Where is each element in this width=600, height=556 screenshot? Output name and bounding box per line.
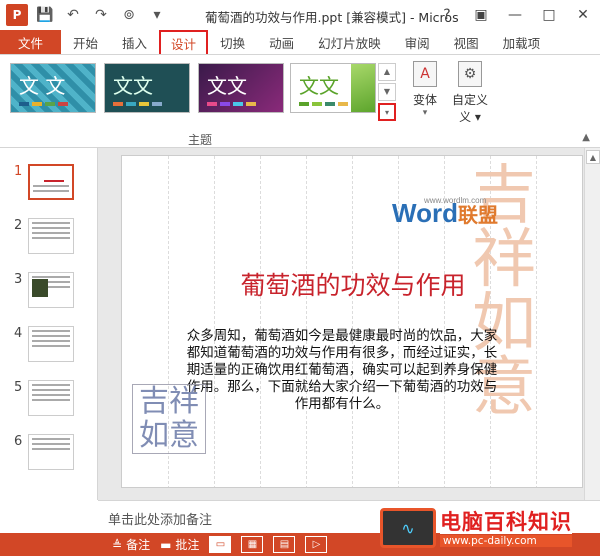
- brand-name: 电脑百科知识: [440, 509, 572, 534]
- variants-label: 变体: [412, 93, 437, 107]
- tab-addins[interactable]: 加载项: [491, 30, 553, 54]
- thumbnail-item[interactable]: 5: [0, 378, 98, 418]
- word-lianmeng-logo: Word联盟: [392, 198, 498, 229]
- minimize-button[interactable]: —: [498, 0, 532, 30]
- logo-cn: 联盟: [457, 205, 498, 227]
- thumbnail-item[interactable]: 4: [0, 324, 98, 364]
- thumbnail-number: 2: [14, 218, 23, 233]
- thumbnail-number: 1: [14, 164, 23, 179]
- thumbnail-number: 5: [14, 380, 23, 395]
- save-icon[interactable]: 💾: [34, 4, 56, 26]
- theme-thumbnail[interactable]: 文文: [104, 63, 190, 113]
- theme-sample-text: 文文: [299, 74, 339, 98]
- variants-icon: A: [413, 61, 437, 87]
- thumbnail-slide[interactable]: [28, 434, 74, 470]
- notes-icon: ≜: [112, 537, 123, 552]
- customize-label: 自定义: [451, 93, 488, 107]
- notes-toggle-label: 备注: [126, 538, 151, 552]
- ribbon-tabs: 文件 开始 插入 设计 切换 动画 幻灯片放映 审阅 视图 加载项: [0, 30, 600, 54]
- ribbon-display-button[interactable]: ▣: [464, 0, 498, 30]
- group-label-themes: 主题: [188, 133, 213, 147]
- gallery-up-icon[interactable]: ▲: [378, 63, 396, 81]
- collapse-ribbon-icon[interactable]: ▲: [582, 132, 590, 143]
- thumbnail-number: 6: [14, 434, 23, 449]
- gallery-down-icon[interactable]: ▼: [378, 83, 396, 101]
- tab-review[interactable]: 审阅: [393, 30, 442, 54]
- help-button[interactable]: ?: [430, 0, 464, 30]
- customize-button[interactable]: ⚙ 自定义 义 ▾: [450, 61, 490, 125]
- comments-toggle-button[interactable]: ▬ 批注: [160, 533, 199, 556]
- monitor-logo-icon: ∿: [380, 508, 436, 548]
- slide-title[interactable]: 葡萄酒的功效与作用: [122, 266, 582, 302]
- powerpoint-logo-icon: P: [6, 4, 28, 26]
- gallery-more-button[interactable]: ▾: [378, 103, 396, 121]
- tab-insert[interactable]: 插入: [110, 30, 159, 54]
- title-bar: P 💾 ↶ ↷ ⊚ ▾ 葡萄酒的功效与作用.ppt [兼容模式] - Micro…: [0, 0, 600, 30]
- thumbnail-item[interactable]: 1: [0, 162, 98, 202]
- maximize-button[interactable]: □: [532, 0, 566, 30]
- tab-design[interactable]: 设计: [159, 30, 209, 54]
- customize-icon: ⚙: [458, 61, 482, 87]
- thumbnail-slide[interactable]: [28, 218, 74, 254]
- tab-slideshow[interactable]: 幻灯片放映: [306, 30, 393, 54]
- comment-icon: ▬: [160, 537, 172, 552]
- slide-sorter-view-icon[interactable]: ▦: [241, 536, 264, 553]
- tab-view[interactable]: 视图: [442, 30, 491, 54]
- theme-thumbnail[interactable]: 文 文: [10, 63, 96, 113]
- thumbnail-item[interactable]: 2: [0, 216, 98, 256]
- thumbnail-slide[interactable]: [28, 326, 74, 362]
- notes-toggle-button[interactable]: ≜ 备注: [112, 533, 150, 556]
- thumbnail-number: 4: [14, 326, 23, 341]
- undo-icon[interactable]: ↶: [62, 4, 84, 26]
- vertical-scrollbar[interactable]: ▲: [584, 148, 600, 500]
- slideshow-icon[interactable]: ⊚: [118, 4, 140, 26]
- scroll-up-icon[interactable]: ▲: [586, 150, 600, 164]
- theme-sample-text: 文文: [113, 74, 153, 98]
- seal-stamp: 吉祥如意: [132, 384, 206, 454]
- theme-gallery-scroll: ▲ ▼ ▾: [378, 63, 396, 123]
- tab-home[interactable]: 开始: [61, 30, 110, 54]
- comments-toggle-label: 批注: [175, 538, 200, 552]
- window-title: 葡萄酒的功效与作用.ppt [兼容模式] - Micros: [205, 10, 459, 25]
- slideshow-view-icon[interactable]: ▷: [305, 536, 328, 553]
- slide-body-text[interactable]: 众多周知，葡萄酒如今是最健康最时尚的饮品，大家都知道葡萄酒的功效与作用有很多，而…: [184, 328, 500, 413]
- tab-animations[interactable]: 动画: [257, 30, 306, 54]
- thumbnail-slide[interactable]: [28, 272, 74, 308]
- brand-url: www.pc-daily.com: [440, 534, 572, 547]
- thumbnail-slide[interactable]: [28, 380, 74, 416]
- site-watermark: ∿ 电脑百科知识 www.pc-daily.com: [380, 500, 600, 556]
- theme-sample-text: 文 文: [19, 74, 66, 98]
- variants-button[interactable]: A 变体 ▾: [405, 61, 445, 118]
- tab-file[interactable]: 文件: [0, 30, 62, 54]
- theme-thumbnail[interactable]: 文文: [198, 63, 284, 113]
- normal-view-icon[interactable]: ▭: [209, 536, 232, 553]
- thumbnail-item[interactable]: 6: [0, 432, 98, 472]
- theme-sample-text: 文文: [207, 74, 247, 98]
- tab-transitions[interactable]: 切换: [208, 30, 257, 54]
- thumbnail-slide[interactable]: [28, 164, 74, 200]
- slide-canvas[interactable]: 吉祥如意 www.wordlm.com Word联盟 葡萄酒的功效与作用 众多周…: [121, 155, 583, 488]
- customize-sublabel: 义 ▾: [459, 110, 481, 124]
- customize-quick-access-icon[interactable]: ▾: [146, 4, 168, 26]
- theme-thumbnail[interactable]: 文文: [290, 63, 376, 113]
- reading-view-icon[interactable]: ▤: [273, 536, 296, 553]
- notes-placeholder: 单击此处添加备注: [108, 513, 213, 528]
- thumbnail-number: 3: [14, 272, 23, 287]
- redo-icon[interactable]: ↷: [90, 4, 112, 26]
- close-button[interactable]: ✕: [566, 0, 600, 30]
- slide-thumbnails-pane: 1 2 3 4 5 6: [0, 148, 98, 500]
- logo-word: Word: [392, 198, 458, 228]
- thumbnail-item[interactable]: 3: [0, 270, 98, 310]
- ribbon-design: 文 文 文文 文文 文文 ▲ ▼ ▾ 主题 A 变体 ▾ ⚙ 自定义 义 ▾ ▲: [0, 54, 600, 148]
